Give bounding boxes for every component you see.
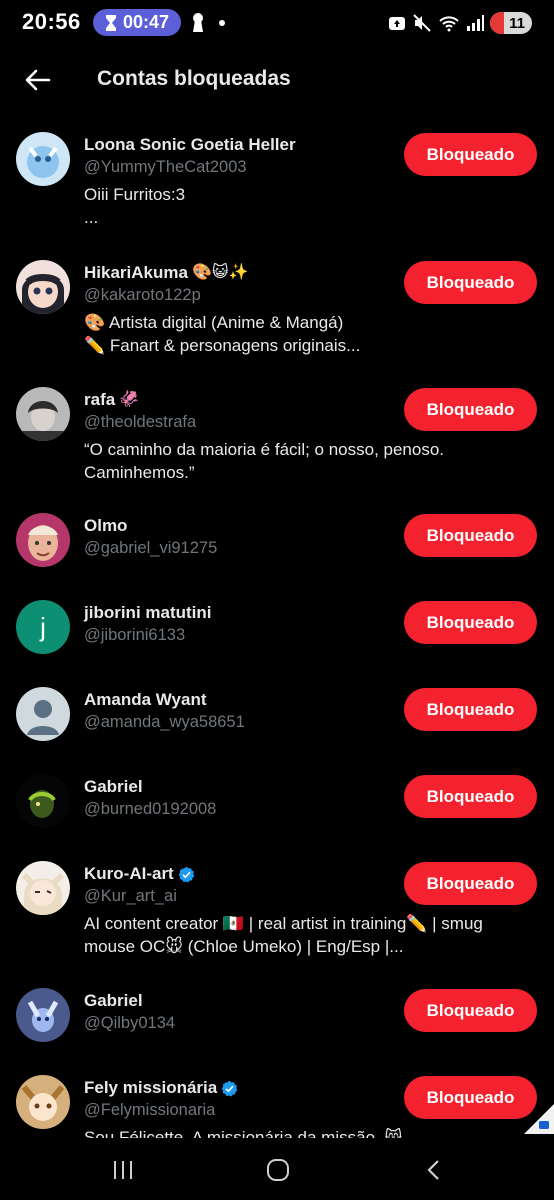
account-handle: @YummyTheCat2003 (84, 158, 247, 176)
account-bio: “O caminho da maioria é fácil; o nosso, … (84, 438, 524, 484)
notification-dot (219, 20, 225, 26)
avatar[interactable] (16, 861, 70, 915)
blocked-button[interactable]: Bloqueado (404, 514, 537, 557)
blocked-button[interactable]: Bloqueado (404, 133, 537, 176)
account-name: Gabriel (84, 991, 143, 1010)
recent-apps-button[interactable] (103, 1156, 143, 1184)
mute-icon (413, 14, 431, 32)
account-name: Olmo (84, 516, 128, 535)
blocked-button[interactable]: Bloqueado (404, 261, 537, 304)
bio-line: Caminhemos.” (84, 463, 195, 482)
account-handle: @burned0192008 (84, 800, 217, 818)
blocked-button[interactable]: Bloqueado (404, 862, 537, 905)
account-name: rafa (84, 390, 116, 409)
account-name: Loona Sonic Goetia Heller (84, 135, 296, 154)
blocked-button[interactable]: Bloqueado (404, 989, 537, 1032)
bio-line: AI content creator 🇲🇽 | real artist in t… (84, 914, 483, 933)
account-handle: @Felymissionaria (84, 1101, 216, 1119)
name-emojis: 🦑 (119, 391, 140, 408)
bio-line: 🎨 Artista digital (Anime & Mangá) (84, 313, 344, 332)
account-name: Gabriel (84, 777, 143, 796)
avatar[interactable] (16, 774, 70, 828)
blocked-button[interactable]: Bloqueado (404, 688, 537, 731)
battery-level: 11 (509, 14, 525, 32)
account-handle: @gabriel_vi91275 (84, 539, 218, 557)
chevron-left-icon (427, 1160, 439, 1180)
account-handle: @Kur_art_ai (84, 887, 177, 905)
account-name: Amanda Wyant (84, 690, 207, 709)
status-icons: 11 (388, 11, 532, 35)
account-handle: @theoldestrafa (84, 413, 197, 431)
battery-indicator: 11 (490, 12, 532, 34)
accessibility-corner-icon[interactable] (524, 1104, 554, 1134)
blocked-button[interactable]: Bloqueado (404, 775, 537, 818)
signal-icon (467, 15, 484, 31)
name-emojis: 🎨😺✨ (191, 264, 249, 281)
account-handle: @jiborini6133 (84, 626, 186, 644)
account-handle: @amanda_wya58651 (84, 713, 245, 731)
home-icon (267, 1159, 289, 1181)
wifi-icon (439, 16, 459, 32)
avatar[interactable] (16, 687, 70, 741)
avatar[interactable]: j (16, 600, 70, 654)
timer-text: 00:47 (122, 12, 170, 32)
status-bar: 20:56 00:47 11 (0, 0, 554, 46)
verified-badge-icon (221, 1080, 238, 1097)
upload-box-icon (389, 17, 405, 30)
nav-back-button[interactable] (413, 1156, 453, 1184)
blocked-button[interactable]: Bloqueado (404, 388, 537, 431)
status-time: 20:56 (22, 9, 81, 34)
page-title: Contas bloqueadas (97, 67, 291, 90)
hourglass-icon (105, 14, 116, 31)
system-nav-bar (0, 1138, 554, 1200)
avatar[interactable] (16, 132, 70, 186)
verified-badge-icon (178, 866, 195, 883)
avatar[interactable] (16, 988, 70, 1042)
account-bio: Oiii Furritos:3 ... (84, 183, 524, 229)
bio-line: “O caminho da maioria é fácil; o nosso, … (84, 440, 445, 459)
account-name: Fely missionária (84, 1078, 218, 1097)
account-handle: @kakaroto122p (84, 286, 201, 304)
account-name: Kuro-AI-art (84, 864, 174, 883)
avatar[interactable] (16, 387, 70, 441)
account-handle: @Qilby0134 (84, 1014, 176, 1032)
bio-line: mouse OC🐭 (Chloe Umeko) | Eng/Esp |... (84, 937, 404, 956)
account-bio: AI content creator 🇲🇽 | real artist in t… (84, 912, 524, 958)
recents-icon (114, 1161, 132, 1179)
keyhole-icon (193, 13, 203, 32)
top-app-bar: Contas bloqueadas (0, 52, 554, 108)
account-name: jiborini matutini (84, 603, 212, 622)
account-name: HikariAkuma (84, 263, 188, 282)
avatar[interactable] (16, 513, 70, 567)
bio-line: ... (84, 208, 99, 227)
bio-line: ✏️ Fanart & personagens originais... (84, 336, 361, 355)
blocked-button[interactable]: Bloqueado (404, 601, 537, 644)
avatar[interactable] (16, 260, 70, 314)
arrow-left-icon (25, 69, 51, 91)
timer-pill[interactable]: 00:47 (93, 9, 181, 36)
account-bio: 🎨 Artista digital (Anime & Mangá) ✏️ Fan… (84, 311, 524, 357)
home-button[interactable] (258, 1156, 298, 1184)
bio-line: Oiii Furritos:3 (84, 185, 186, 204)
avatar-letter: j (39, 612, 46, 642)
blocked-button[interactable]: Bloqueado (404, 1076, 537, 1119)
avatar[interactable] (16, 1075, 70, 1129)
back-button[interactable] (20, 62, 56, 98)
